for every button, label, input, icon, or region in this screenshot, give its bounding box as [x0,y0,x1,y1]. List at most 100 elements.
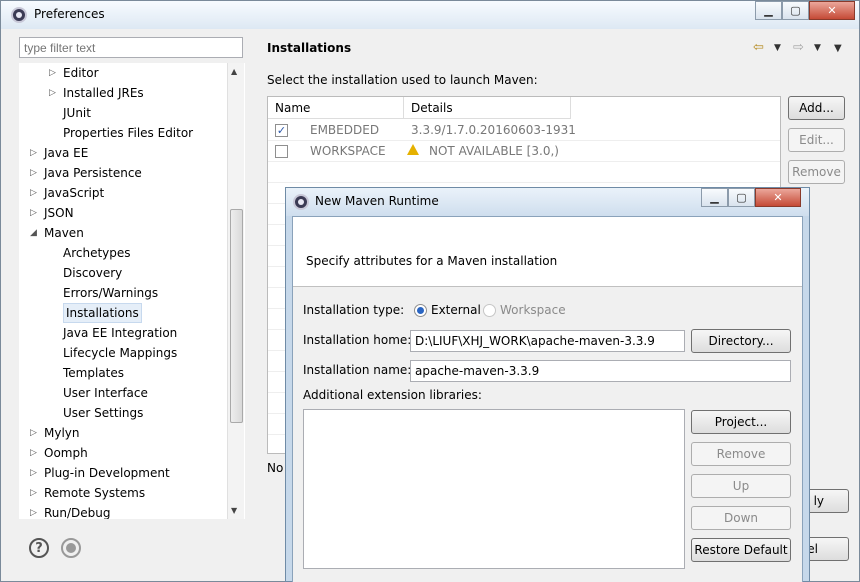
tree-item[interactable]: ▷ Run/Debug [30,503,111,519]
collapsed-arrow-icon[interactable]: ▷ [49,63,56,83]
table-row[interactable]: ✓ EMBEDDED 3.3.9/1.7.0.20160603-1931 [268,120,780,141]
maximize-button[interactable]: ▢ [782,1,809,20]
workspace-radio[interactable] [483,304,496,317]
collapsed-arrow-icon[interactable]: ▷ [49,83,56,103]
dialog-close-button[interactable]: ✕ [755,188,801,207]
tree-item[interactable]: User Interface [63,383,148,403]
collapsed-arrow-icon[interactable]: ▷ [30,203,37,223]
directory-button[interactable]: Directory... [691,329,791,353]
warning-icon [407,144,419,155]
add-button[interactable]: Add... [788,96,845,120]
dialog-minimize-button[interactable]: ▁ [701,188,728,207]
tree-item[interactable]: ◢ Maven [30,223,84,243]
tree-item-label: Java Persistence [44,166,142,180]
down-button[interactable]: Down [691,506,791,530]
tree-item-label: Editor [63,66,99,80]
tree-item[interactable]: ▷ JSON [30,203,74,223]
workspace-radio-label[interactable]: Workspace [500,303,566,317]
edit-button[interactable]: Edit... [788,128,845,152]
tree-item[interactable]: ▷ Plug-in Development [30,463,170,483]
view-menu-icon[interactable]: ▼ [834,43,842,54]
minimize-button[interactable]: ▁ [755,1,782,20]
back-icon[interactable]: ⇦ [753,40,764,55]
collapsed-arrow-icon[interactable]: ▷ [30,423,37,443]
tree-item[interactable]: Templates [63,363,124,383]
row-name: WORKSPACE [310,144,386,158]
tree-item[interactable]: Errors/Warnings [63,283,158,303]
back-dropdown-icon[interactable]: ▼ [774,43,781,53]
tree-item-label: User Settings [63,406,144,420]
collapsed-arrow-icon[interactable]: ▷ [30,143,37,163]
collapsed-arrow-icon[interactable]: ▷ [30,503,37,519]
collapsed-arrow-icon[interactable]: ▷ [30,463,37,483]
tree-item[interactable]: ▷ Java Persistence [30,163,142,183]
up-button[interactable]: Up [691,474,791,498]
collapsed-arrow-icon[interactable]: ▷ [30,183,37,203]
tree-item[interactable]: Installations [63,303,142,323]
tree-item-label: Mylyn [44,426,80,440]
tree-item-label: Plug-in Development [44,466,170,480]
restore-default-button[interactable]: Restore Default [691,538,791,562]
installation-home-input[interactable]: D:\LIUF\XHJ_WORK\apache-maven-3.3.9 [410,330,685,352]
tree-item[interactable]: Java EE Integration [63,323,177,343]
filter-input[interactable] [19,37,243,58]
extension-libraries-list[interactable] [303,409,685,569]
dialog-title-bar[interactable]: New Maven Runtime ▁ ▢ ✕ [286,188,809,216]
tree-item[interactable]: ▷ Oomph [30,443,88,463]
note-text: No [267,461,284,475]
title-bar[interactable]: Preferences ▁ ▢ ✕ [1,1,859,29]
tree-item[interactable]: Properties Files Editor [63,123,193,143]
external-radio[interactable] [414,304,427,317]
tree-item[interactable]: ▷ Installed JREs [49,83,144,103]
panel-subtitle: Select the installation used to launch M… [267,73,538,87]
tree-item-label: JavaScript [44,186,105,200]
forward-icon[interactable]: ⇨ [793,40,804,55]
collapsed-arrow-icon[interactable]: ▷ [30,443,37,463]
row-checkbox[interactable]: ✓ [275,124,288,137]
column-header-details[interactable]: Details [404,97,571,119]
tree-item[interactable]: Archetypes [63,243,131,263]
extension-libraries-label: Additional extension libraries: [303,388,482,402]
empty-row [268,162,780,183]
tree-item[interactable]: ▷ JavaScript [30,183,105,203]
scroll-up-icon[interactable]: ▲ [231,67,237,76]
page-title: Installations [267,41,352,55]
table-row[interactable]: WORKSPACE NOT AVAILABLE [3.0,) [268,141,780,162]
tree-item[interactable]: ▷ Mylyn [30,423,80,443]
tree-item-label: Lifecycle Mappings [63,346,178,360]
forward-dropdown-icon[interactable]: ▼ [814,43,821,53]
tree-item-label: User Interface [63,386,148,400]
tree-item[interactable]: ▷ Remote Systems [30,483,146,503]
project-button[interactable]: Project... [691,410,791,434]
tree-item[interactable]: User Settings [63,403,143,423]
collapsed-arrow-icon[interactable]: ▷ [30,163,37,183]
expanded-arrow-icon[interactable]: ◢ [30,223,37,243]
tree-item[interactable]: JUnit [63,103,91,123]
tree-item-label: Remote Systems [44,486,146,500]
dialog-maximize-button[interactable]: ▢ [728,188,755,207]
tree-item[interactable]: Lifecycle Mappings [63,343,177,363]
dialog-remove-button[interactable]: Remove [691,442,791,466]
external-radio-label[interactable]: External [431,303,481,317]
installation-name-label: Installation name: [303,363,412,377]
scroll-thumb[interactable] [230,209,243,423]
tree-item-label: Installed JREs [63,86,144,100]
tree-item[interactable]: Discovery [63,263,122,283]
collapsed-arrow-icon[interactable]: ▷ [30,483,37,503]
installation-name-input[interactable]: apache-maven-3.3.9 [410,360,791,382]
row-checkbox[interactable] [275,145,288,158]
tree-item[interactable]: ▷ Java EE [30,143,88,163]
tree-item-label: Properties Files Editor [63,126,194,140]
tree-item[interactable]: ▷ Editor [49,63,99,83]
dialog-title: New Maven Runtime [315,194,439,208]
close-button[interactable]: ✕ [809,1,855,20]
remove-button[interactable]: Remove [788,160,845,184]
help-icon[interactable]: ? [29,538,49,558]
column-header-name[interactable]: Name [268,97,404,119]
tree-item-label: Errors/Warnings [63,286,159,300]
scroll-down-icon[interactable]: ▼ [231,506,237,515]
tree-scrollbar[interactable]: ▲ ▼ [227,63,244,519]
tree-item-label: Oomph [44,446,88,460]
record-icon[interactable] [61,538,81,558]
new-maven-runtime-dialog: New Maven Runtime ▁ ▢ ✕ Specify attribut… [285,187,810,582]
